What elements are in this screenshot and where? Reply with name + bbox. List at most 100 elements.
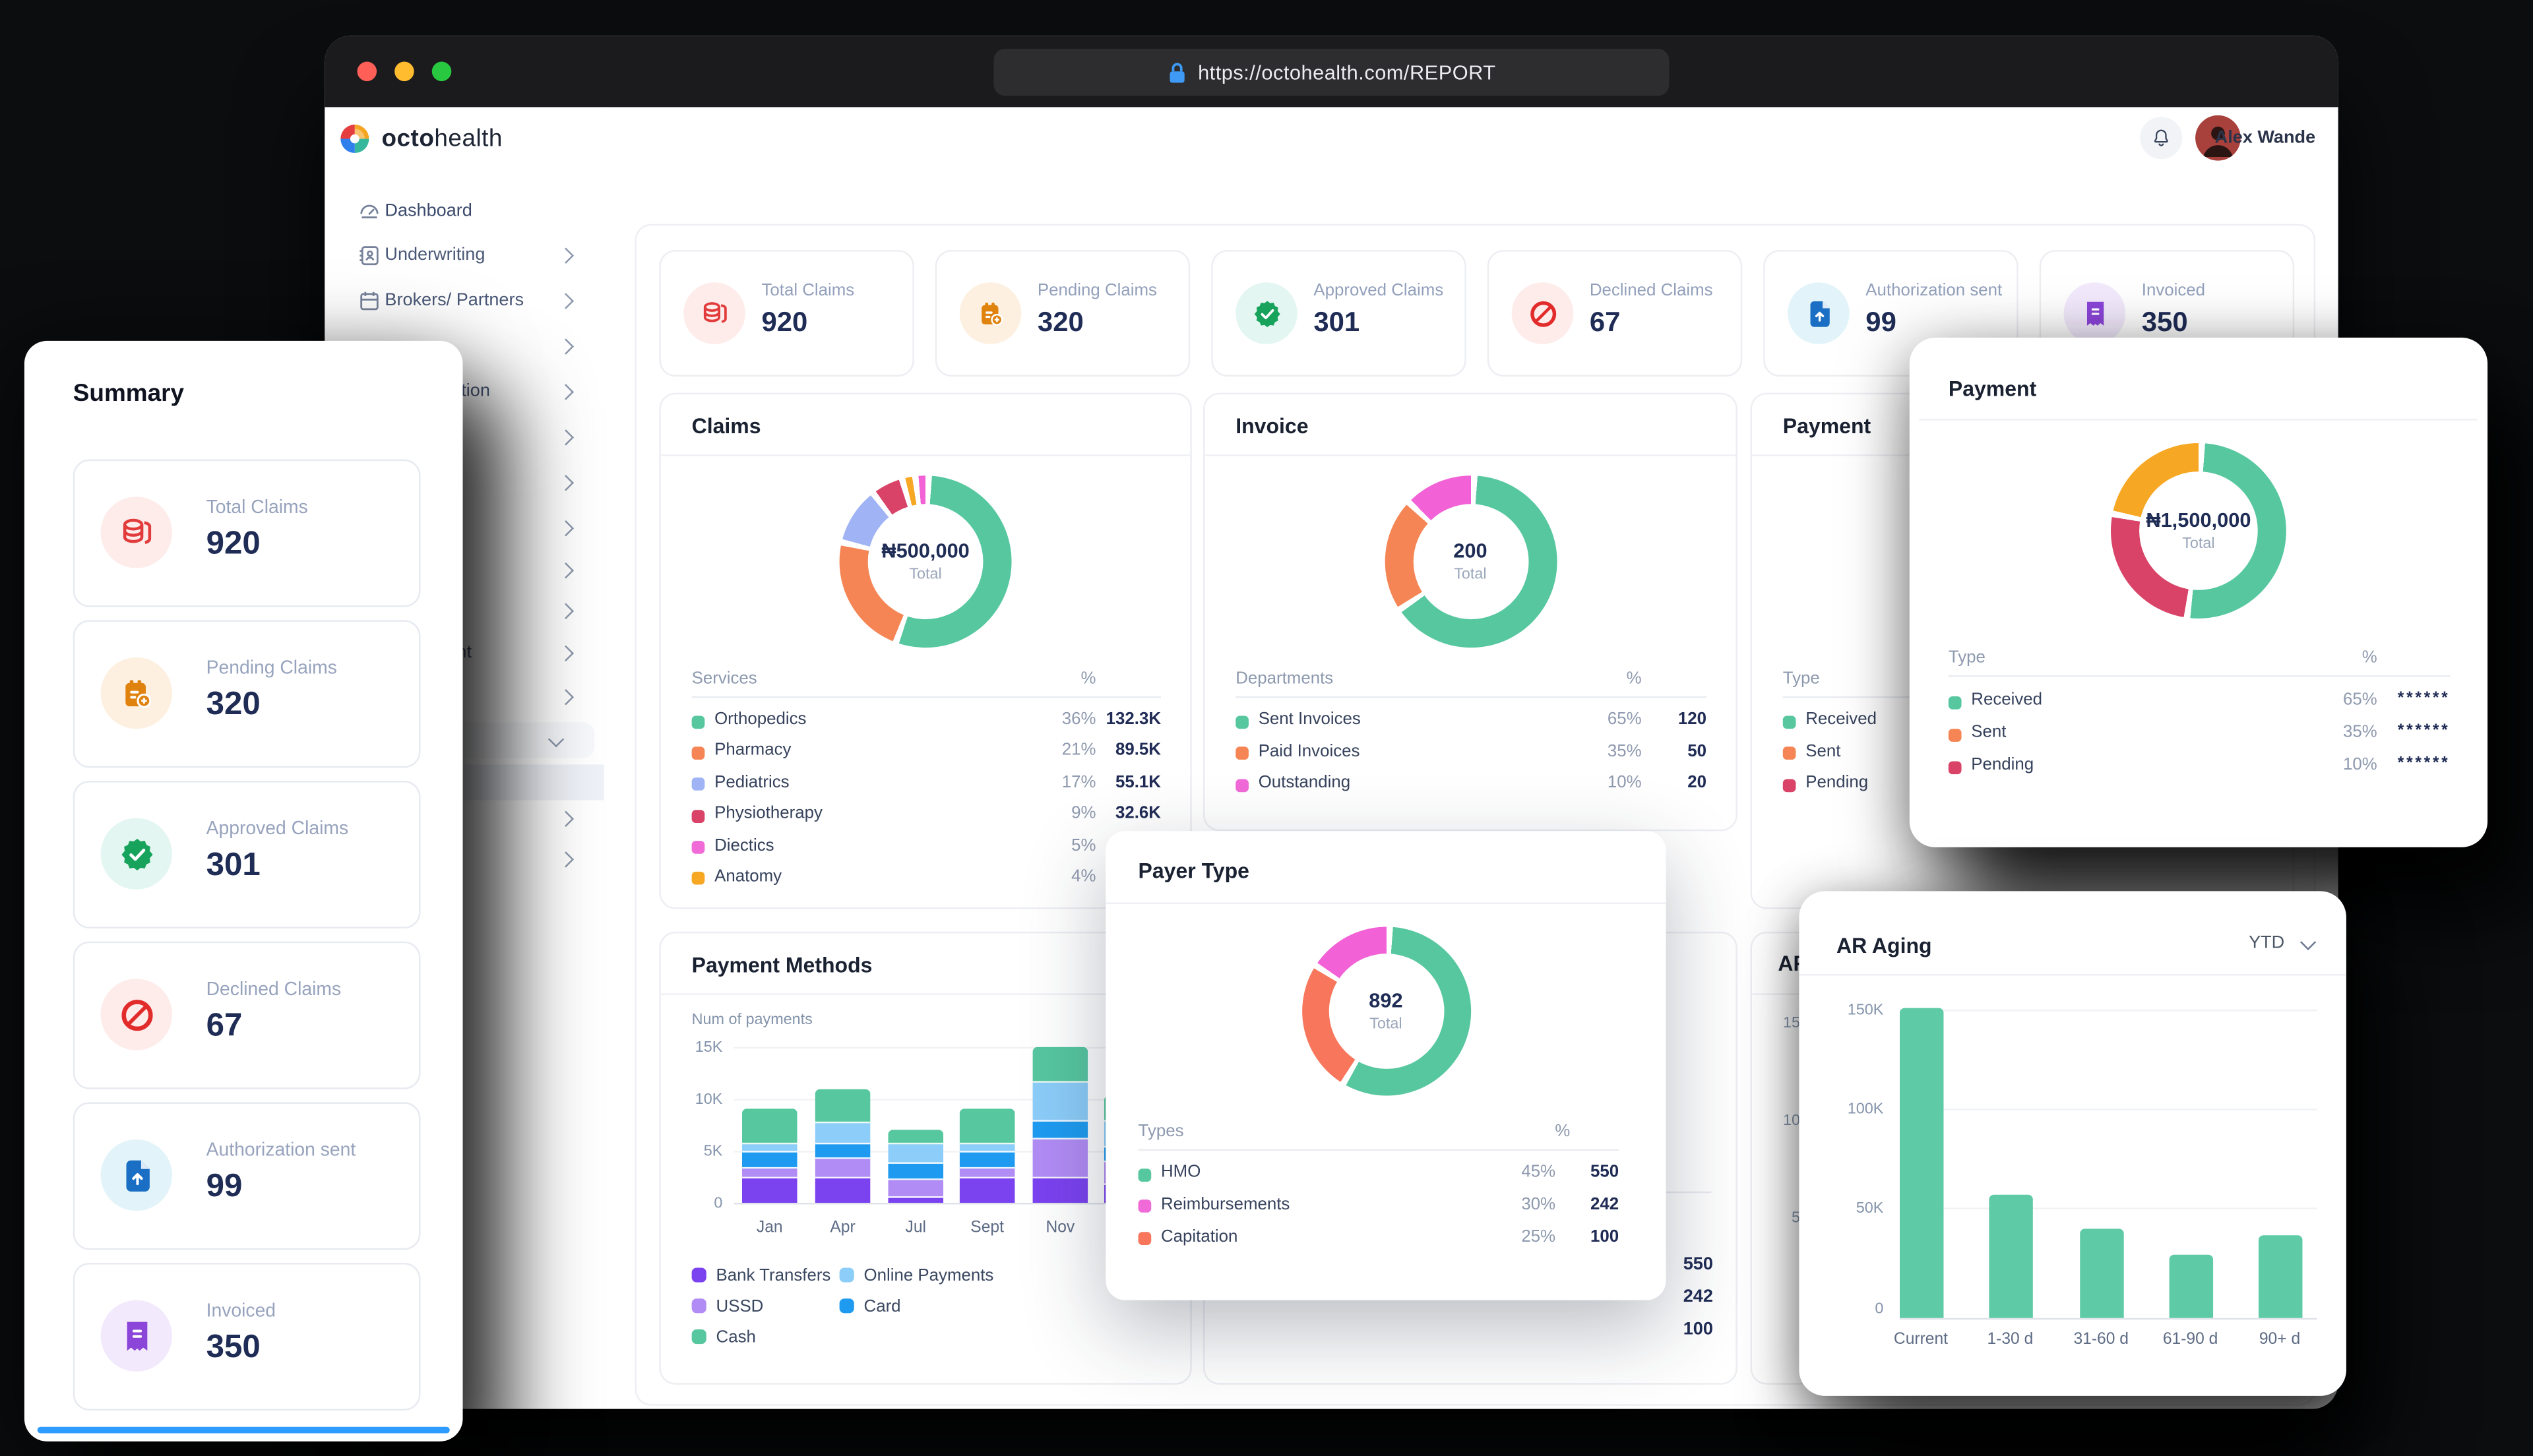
- series-color-dot: [692, 778, 705, 791]
- chevron-right-icon: [558, 689, 574, 705]
- sidebar-item-dashboard[interactable]: Dashboard: [325, 195, 604, 230]
- address-bar[interactable]: https://octohealth.com/REPORT: [993, 49, 1669, 96]
- summary-card-value: 320: [206, 686, 261, 724]
- bar-segment-online-payments: [742, 1144, 797, 1153]
- stat-card-declined-claims: Declined Claims67: [1487, 250, 1742, 377]
- stat-value: 350: [2142, 307, 2188, 339]
- series-color-dot: [1949, 760, 1962, 774]
- period-dropdown[interactable]: YTD: [2249, 933, 2314, 953]
- table-row-received: Received65%******: [1949, 688, 2451, 721]
- series-color-dot: [1235, 747, 1249, 760]
- bar-segment-cash: [888, 1130, 943, 1145]
- ar-aging-title: AR Aging: [1836, 933, 1932, 957]
- row-name: Orthopedics: [714, 710, 806, 729]
- sidebar-item-label: Underwriting: [385, 245, 485, 265]
- summary-card-label: Pending Claims: [206, 659, 337, 679]
- claims-col-services: Services: [692, 669, 757, 688]
- divider: [1799, 974, 2346, 975]
- table-row-sent-invoices: Sent Invoices65%120: [1235, 708, 1706, 739]
- series-color-dot: [692, 746, 705, 760]
- close-window-button[interactable]: [358, 62, 377, 82]
- bar-segment-card: [815, 1143, 871, 1159]
- legend-item-online-payments: Online Payments: [840, 1266, 994, 1286]
- series-color-dot: [692, 715, 705, 728]
- payment-overlay-col-type: Type: [1949, 648, 1986, 667]
- bar-segment-cash: [815, 1089, 871, 1124]
- bar-segment-ussd: [1033, 1139, 1088, 1178]
- legend-item-card: Card: [840, 1297, 901, 1317]
- period-value: YTD: [2249, 933, 2284, 953]
- y-axis-tick: 5K: [664, 1143, 723, 1161]
- series-color-dot: [1139, 1168, 1152, 1181]
- row-value: 50: [1635, 741, 1706, 761]
- divider: [1139, 1149, 1619, 1151]
- minimize-window-button[interactable]: [394, 62, 414, 82]
- row-value: 132.3K: [1090, 710, 1161, 729]
- row-percent: 45%: [1484, 1162, 1555, 1182]
- series-color-dot: [1949, 728, 1962, 741]
- chevron-right-icon: [558, 811, 574, 827]
- bar-segment-card: [1033, 1122, 1088, 1139]
- invoice-table: Sent Invoices65%120Paid Invoices35%50Out…: [1235, 708, 1706, 803]
- payment-donut-chart: ₦1,500,000 Total: [2111, 443, 2286, 619]
- row-percent: 17%: [1024, 772, 1096, 792]
- divider: [1235, 696, 1706, 698]
- summary-scrollbar[interactable]: [38, 1427, 450, 1434]
- bar-segment-online-payments: [960, 1144, 1015, 1153]
- sidebar-item-underwriting[interactable]: Underwriting: [325, 239, 604, 274]
- screenshot-stage: https://octohealth.com/REPORT octohealth: [0, 0, 2533, 1456]
- payer-type-total-label: Total: [1369, 1016, 1402, 1033]
- gridline: [734, 1047, 1164, 1048]
- row-value: 242: [1548, 1194, 1619, 1214]
- table-row-sent: Sent35%******: [1949, 721, 2451, 753]
- table-row-pediatrics: Pediatrics17%55.1K: [692, 771, 1161, 803]
- gridline: [1900, 1010, 2317, 1011]
- divider: [1204, 454, 1736, 456]
- divider: [1949, 675, 2451, 677]
- calendar-icon: [358, 289, 382, 313]
- table-row-hmo: HMO45%550: [1139, 1161, 1619, 1193]
- table-row-reimbursements: Reimbursements30%242: [1139, 1193, 1619, 1225]
- claims-card: Claims ₦500,000 Total Services % Orthope…: [659, 393, 1191, 909]
- stacked-bar-jan: [742, 1109, 797, 1203]
- sidebar-item-brokers-partners[interactable]: Brokers/ Partners: [325, 284, 604, 320]
- badge-check-icon-wrap: [1235, 282, 1298, 344]
- x-axis-label: 1-30 d: [1964, 1331, 2055, 1349]
- chevron-right-icon: [558, 562, 574, 578]
- notifications-button[interactable]: [2140, 117, 2182, 159]
- coins-icon-wrap: [101, 497, 172, 568]
- octohealth-logo-icon: [338, 122, 372, 156]
- zoom-window-button[interactable]: [432, 62, 452, 82]
- summary-card-authorization-sent: Authorization sent99: [73, 1102, 421, 1250]
- payer-type-overlay: Payer Type 892 Total Types % HMO45%550Re…: [1106, 831, 1666, 1300]
- summary-card-value: 350: [206, 1329, 261, 1367]
- payment-overlay-col-pct: %: [2362, 648, 2377, 667]
- clipboard-plus-icon-wrap: [960, 282, 1022, 344]
- summary-card-declined-claims: Declined Claims67: [73, 942, 421, 1089]
- app-logo[interactable]: octohealth: [338, 122, 503, 156]
- stat-label: Pending Claims: [1038, 281, 1157, 301]
- row-percent: 10%: [1570, 773, 1641, 793]
- x-axis-label: Jan: [734, 1219, 805, 1237]
- badge-check-icon: [117, 835, 155, 872]
- bar-segment-ussd: [888, 1180, 943, 1198]
- x-axis-label: Jul: [880, 1219, 951, 1237]
- chevron-right-icon: [558, 248, 574, 264]
- row-percent: 21%: [1024, 741, 1096, 760]
- chevron-right-icon: [558, 520, 574, 536]
- x-axis-label: 31-60 d: [2055, 1331, 2146, 1349]
- summary-card-label: Authorization sent: [206, 1141, 356, 1161]
- series-color-dot: [692, 872, 705, 886]
- payer-type-table: HMO45%550Reimbursements30%242Capitation2…: [1139, 1161, 1619, 1257]
- bar-segment-bank-transfers: [888, 1198, 943, 1203]
- ar-aging-overlay-window: AR Aging YTD 150K100K50K0Current1-30 d31…: [1799, 891, 2346, 1396]
- stat-card-approved-claims: Approved Claims301: [1211, 250, 1466, 377]
- id-card-icon: [358, 243, 382, 268]
- row-percent: 25%: [1484, 1227, 1555, 1246]
- divider: [1106, 903, 1666, 904]
- app-topbar: Alex Wande: [604, 107, 2338, 169]
- payment-overlay-window: Payment ₦1,500,000 Total Type % Received…: [1910, 338, 2487, 847]
- url-text: https://octohealth.com/REPORT: [1198, 61, 1496, 83]
- stacked-bar-nov: [1033, 1047, 1088, 1203]
- stat-label: Approved Claims: [1313, 281, 1443, 301]
